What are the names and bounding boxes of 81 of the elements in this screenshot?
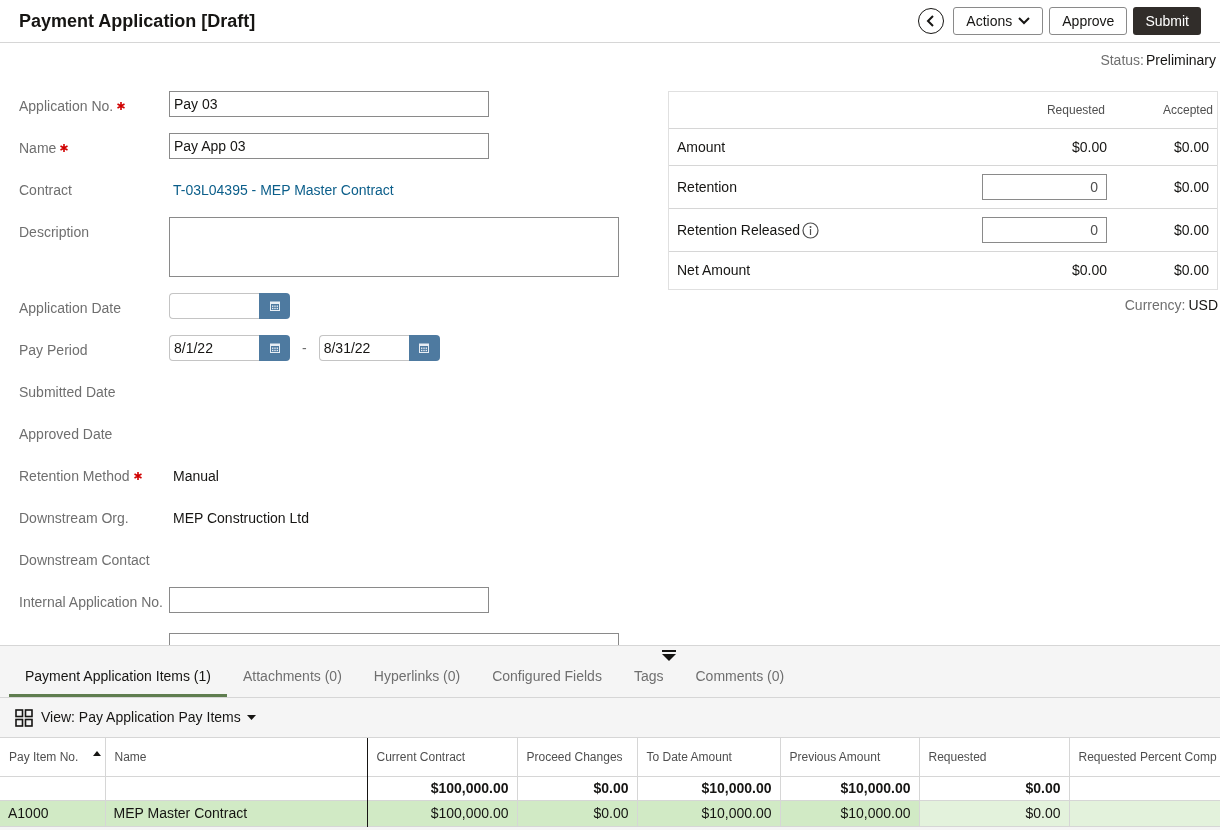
field-label: Pay Period	[19, 341, 89, 360]
table-cell: A1000	[0, 800, 105, 826]
field-label: Contract	[19, 181, 73, 200]
column-header: Accepted	[1161, 102, 1214, 119]
total-cell: $0.00	[919, 776, 1069, 800]
actions-menu-button[interactable]: Actions	[953, 7, 1044, 35]
amount-value: $0.00	[1172, 261, 1209, 280]
field-label: Name	[19, 139, 57, 158]
total-cell: $10,000.00	[780, 776, 919, 800]
field-value: MEP Construction Ltd	[172, 509, 309, 528]
row-label: Amount	[677, 137, 726, 157]
field-label: Downstream Org.	[19, 509, 130, 528]
tab[interactable]: Comments (0)	[679, 659, 801, 697]
view-dropdown[interactable]: View: Pay Application Pay Items	[41, 707, 256, 728]
column-header[interactable]: Requested Percent Comp	[1069, 738, 1220, 776]
currency-label: Currency:	[1124, 296, 1186, 315]
total-cell: $100,000.00	[367, 776, 517, 800]
amount-value: $0.00	[1070, 261, 1107, 280]
total-cell: $0.00	[517, 776, 637, 800]
amount-value: $0.00	[1070, 137, 1107, 157]
table-cell: $10,000.00	[780, 800, 919, 826]
description-textarea[interactable]	[169, 217, 619, 277]
tab[interactable]: Tags	[617, 659, 680, 697]
column-header[interactable]: Requested	[919, 738, 1069, 776]
field-label: Downstream Contact	[19, 551, 151, 570]
table-cell: $10,000.00	[637, 800, 780, 826]
table-cell: $0.00	[919, 800, 1069, 826]
amount-input[interactable]: 0	[982, 217, 1107, 243]
chevron-down-icon	[1018, 17, 1031, 25]
text-input[interactable]	[169, 587, 489, 613]
amount-value: $0.00	[1172, 220, 1209, 240]
calendar-icon[interactable]	[269, 301, 280, 311]
amount-value: $0.00	[1172, 177, 1209, 197]
contract-link[interactable]: T-03L04395 - MEP Master Contract	[169, 175, 394, 200]
text-input[interactable]: Pay App 03	[169, 133, 489, 159]
column-header[interactable]: Pay Item No.	[0, 738, 105, 776]
column-header[interactable]: Current Contract	[367, 738, 517, 776]
row-label: Retention	[677, 177, 737, 197]
page-title: Payment Application [Draft]	[19, 9, 257, 33]
column-header[interactable]: Previous Amount	[780, 738, 919, 776]
field-label: Internal Application No.	[19, 593, 164, 612]
row-label: Retention Released	[677, 220, 800, 240]
field-value: Manual	[172, 467, 219, 486]
calendar-icon[interactable]	[269, 343, 280, 353]
range-separator: -	[302, 338, 307, 358]
date-field[interactable]	[169, 293, 290, 319]
total-cell: $10,000.00	[637, 776, 780, 800]
table-cell: MEP Master Contract	[105, 800, 367, 826]
column-header[interactable]: To Date Amount	[637, 738, 780, 776]
currency-value: USD	[1188, 296, 1218, 315]
status-label: Status:	[1100, 51, 1144, 70]
info-icon[interactable]	[802, 221, 819, 239]
tab[interactable]: Configured Fields	[476, 659, 618, 697]
field-label: Retention Method	[19, 467, 130, 486]
field-label: Submitted Date	[19, 383, 117, 402]
collapse-icon[interactable]	[661, 650, 677, 662]
table-row[interactable]: A1000 MEP Master Contract $100,000.00 $0.00 $10,000.00 $10,000.00 $0.00	[0, 800, 1220, 826]
row-label: Net Amount	[677, 261, 751, 280]
field-label: Approved Date	[19, 425, 114, 444]
text-input[interactable]: Pay 03	[169, 91, 489, 117]
column-header[interactable]: Proceed Changes	[517, 738, 637, 776]
amount-input[interactable]: 0	[982, 174, 1107, 200]
chevron-left-icon	[926, 15, 937, 27]
status-value: Preliminary	[1146, 51, 1216, 70]
calendar-icon[interactable]	[419, 343, 430, 353]
table-cell: $100,000.00	[367, 800, 517, 826]
sort-icon[interactable]	[92, 751, 101, 756]
submit-button[interactable]: Submit	[1133, 7, 1201, 35]
column-header: Requested	[1045, 102, 1106, 119]
approve-button[interactable]: Approve	[1049, 7, 1128, 35]
tab[interactable]: Attachments (0)	[227, 659, 358, 697]
field-label: Application No.	[19, 97, 114, 116]
caret-icon	[246, 715, 256, 720]
tab[interactable]: Payment Application Items (1)	[9, 659, 227, 697]
amount-value: $0.00	[1172, 137, 1209, 157]
grid-view-icon[interactable]	[15, 708, 33, 727]
field-label: Description	[19, 223, 91, 242]
field-label: Application Date	[19, 299, 122, 318]
table-cell: $0.00	[517, 800, 637, 826]
column-header[interactable]: Name	[105, 738, 367, 776]
tab[interactable]: Hyperlinks (0)	[357, 659, 477, 697]
